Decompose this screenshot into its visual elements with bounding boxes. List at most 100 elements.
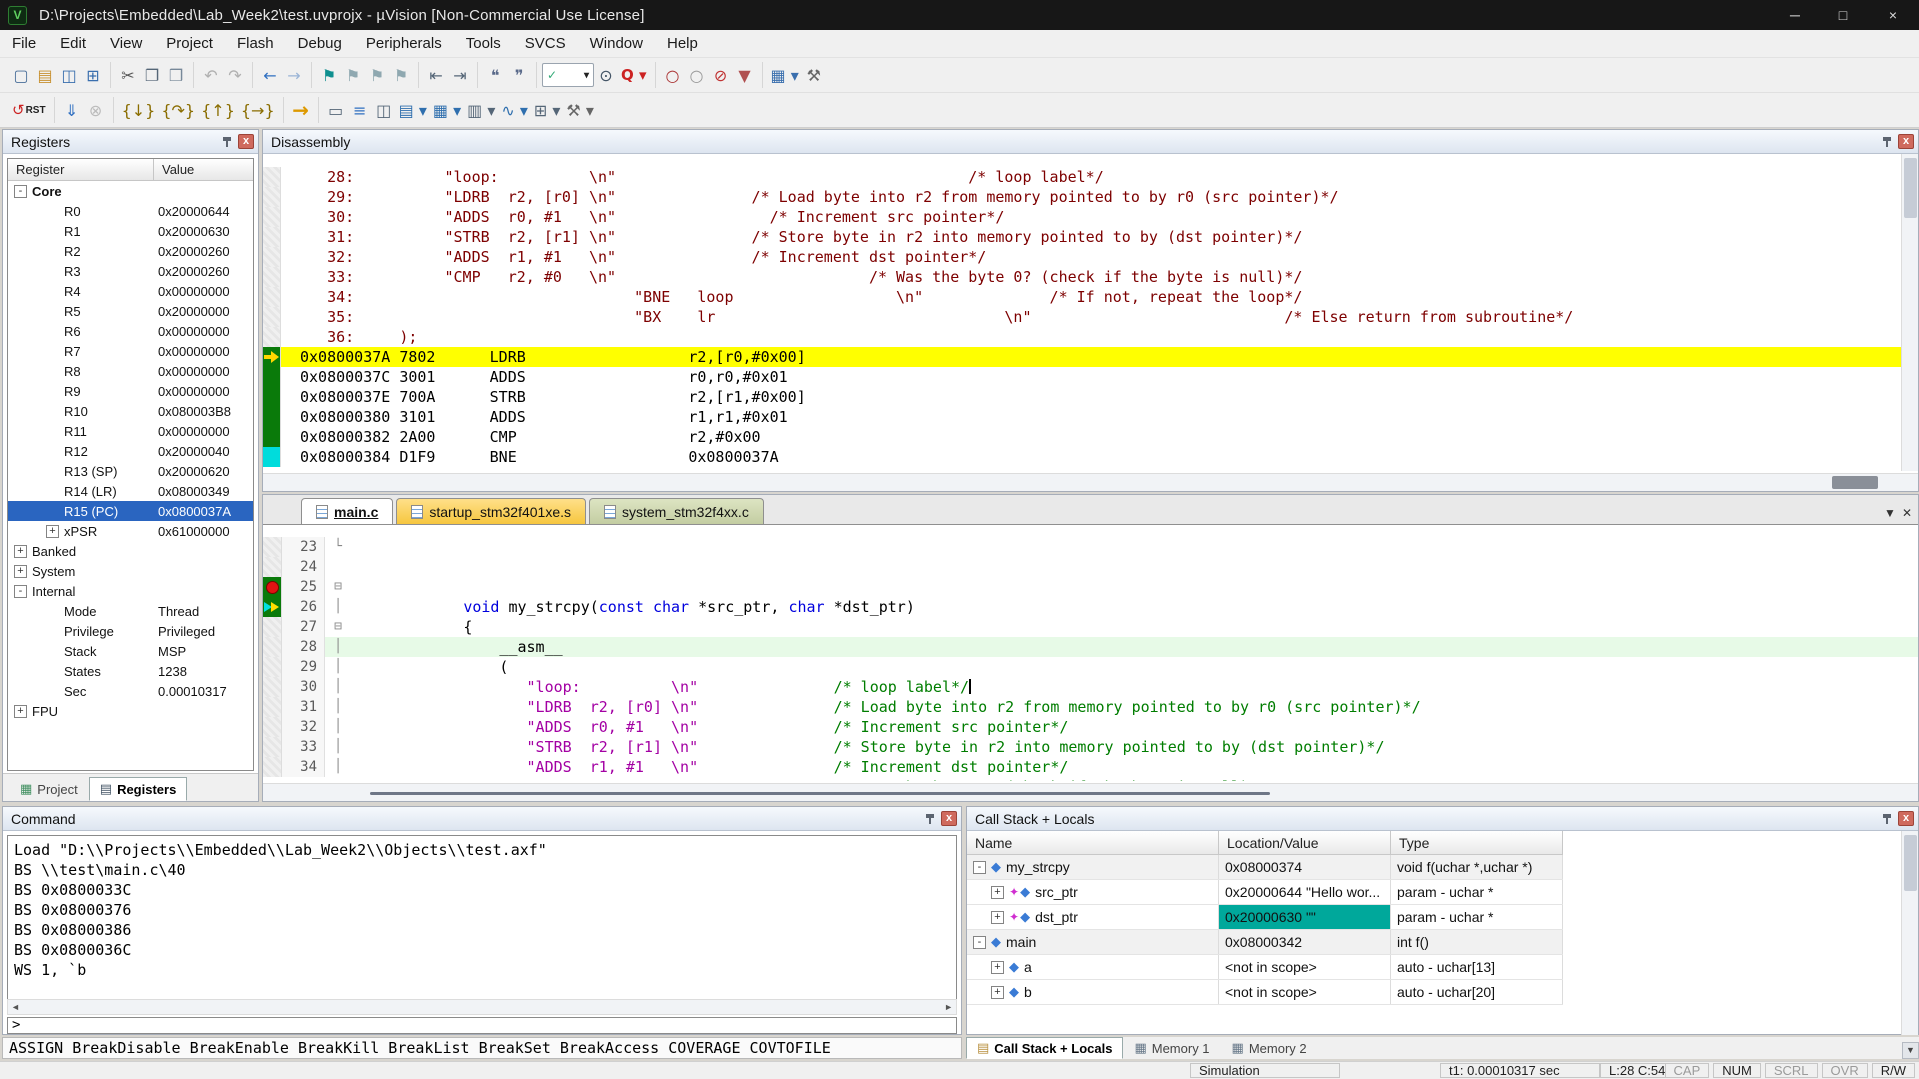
close-button[interactable]: × [1867,0,1919,30]
code-line[interactable]: 24 void my_strcpy(const char *src_ptr, c… [263,557,1918,577]
callstack-row[interactable]: + ✦ ◆ src_ptr 0x20000644 "Hello wor... p… [967,880,1563,905]
minimize-button[interactable]: ─ [1771,0,1819,30]
bookmark-clear-icon[interactable]: ⚑ [389,63,413,87]
code-line[interactable]: 29 │ "LDRB r2, [r0] \n" /* Load byte int… [263,657,1918,677]
disassembly-margin[interactable] [263,327,281,347]
scroll-right-icon[interactable]: ► [944,1002,953,1012]
register-row[interactable]: Sec 0.00010317 [8,681,253,701]
toolbox-icon[interactable]: ⚒ ▾ [563,98,596,122]
tree-expander-icon[interactable]: + [991,986,1004,999]
command-input[interactable]: > [7,1017,957,1034]
bookmark-toggle-icon[interactable]: ⚑ [317,63,341,87]
fold-marker-icon[interactable]: │ [325,697,351,717]
callstack-row[interactable]: + ✦ ◆ dst_ptr 0x20000630 "" param - ucha… [967,905,1563,930]
code-line[interactable]: 25 ⊟ { [263,577,1918,597]
analysis-window-icon[interactable]: ∿ ▾ [498,98,531,122]
disassembly-margin[interactable] [263,367,281,387]
tree-expander-icon[interactable]: + [991,886,1004,899]
vertical-scrollbar[interactable] [1901,154,1918,471]
disassembly-margin[interactable] [263,267,281,287]
disassembly-margin[interactable] [263,447,281,467]
tree-expander-icon[interactable]: + [991,961,1004,974]
register-row[interactable]: R5 0x20000000 [8,301,253,321]
disassembly-line[interactable]: 34: "BNE loop \n" /* If not, repeat the … [263,287,1918,307]
redo-icon[interactable]: ↷ [223,63,247,87]
callstack-row[interactable]: + ◆ a <not in scope> auto - uchar[13] [967,955,1563,980]
scrollbar-thumb[interactable] [1904,835,1917,891]
fold-marker-icon[interactable]: ⊟ [325,577,351,597]
close-file-icon[interactable]: ✕ [1902,506,1912,520]
disassembly-margin[interactable] [263,427,281,447]
menu-item[interactable]: Window [578,31,655,56]
fold-marker-icon[interactable]: │ [325,757,351,777]
tab-list-dropdown-icon[interactable]: ▼ [1884,506,1896,520]
disassembly-margin[interactable] [263,167,281,187]
watch-window-icon[interactable]: ▤ ▾ [396,98,430,122]
bookmark-next-icon[interactable]: ⚑ [365,63,389,87]
disassembly-margin[interactable] [263,307,281,327]
code-line[interactable]: 26 │ __asm__ [263,597,1918,617]
register-row[interactable]: + System [8,561,253,581]
code-line[interactable]: 31 │ "STRB r2, [r1] \n" /* Store byte in… [263,697,1918,717]
disassembly-margin[interactable] [263,187,281,207]
breakpoint-kill-icon[interactable]: ⊘ [709,63,733,87]
editor-margin[interactable] [263,657,282,677]
register-row[interactable]: + FPU [8,701,253,721]
editor-margin[interactable] [263,597,282,617]
close-panel-icon[interactable]: x [941,811,957,826]
navigate-back-icon[interactable]: ← [258,63,282,87]
register-row[interactable]: R13 (SP) 0x20000620 [8,461,253,481]
fold-marker-icon[interactable] [325,557,351,577]
stop-icon[interactable]: ⊗ [84,98,108,122]
menu-item[interactable]: Peripherals [354,31,454,56]
horizontal-scrollbar[interactable] [263,783,1918,801]
column-header-register[interactable]: Register [8,159,154,180]
disassembly-margin[interactable] [263,407,281,427]
disassembly-margin[interactable] [263,347,281,367]
disassembly-line[interactable]: 33: "CMP r2, #0 \n" /* Was the byte 0? (… [263,267,1918,287]
register-row[interactable]: R7 0x00000000 [8,341,253,361]
register-row[interactable]: R12 0x20000040 [8,441,253,461]
tree-expander-icon[interactable]: - [973,936,986,949]
open-file-icon[interactable]: ▤ [33,63,57,87]
menu-item[interactable]: SVCS [513,31,578,56]
incremental-find-icon[interactable]: Q ▾ [618,63,650,87]
register-row[interactable]: States 1238 [8,661,253,681]
serial-window-icon[interactable]: ▥ ▾ [464,98,498,122]
horizontal-scrollbar[interactable]: ◄ ► [7,999,957,1015]
register-row[interactable]: R4 0x00000000 [8,281,253,301]
menu-item[interactable]: View [98,31,154,56]
code-line[interactable]: 23 └ [263,537,1918,557]
column-header-value[interactable]: Value [154,159,253,180]
callstack-row[interactable]: + ◆ b <not in scope> auto - uchar[20] [967,980,1563,1005]
column-header-location[interactable]: Location/Value [1219,831,1391,854]
editor-margin[interactable] [263,537,282,557]
system-viewer-icon[interactable]: ⊞ ▾ [531,98,564,122]
debug-window-tab[interactable]: ▦ Memory 1 [1123,1037,1220,1059]
reset-icon[interactable]: ↺ RST [9,98,49,122]
tree-expander-icon[interactable]: + [14,545,27,558]
disassembly-line[interactable]: 0x0800037E 700A STRB r2,[r1,#0x00] [263,387,1918,407]
tree-expander-icon[interactable]: - [14,585,27,598]
register-row[interactable]: + xPSR 0x61000000 [8,521,253,541]
debug-window-tab[interactable]: ▦ Memory 2 [1221,1037,1318,1059]
menu-item[interactable]: Tools [454,31,513,56]
callstack-row[interactable]: - ◆ my_strcpy 0x08000374 void f(uchar *,… [967,855,1563,880]
fold-marker-icon[interactable]: │ [325,657,351,677]
fold-marker-icon[interactable]: ⊟ [325,617,351,637]
fold-marker-icon[interactable]: │ [325,737,351,757]
register-row[interactable]: R8 0x00000000 [8,361,253,381]
disassembly-line[interactable]: 0x0800037C 3001 ADDS r0,r0,#0x01 [263,367,1918,387]
scrollbar-thumb[interactable] [1832,476,1878,489]
maximize-button[interactable]: □ [1819,0,1867,30]
fold-marker-icon[interactable]: │ [325,677,351,697]
fold-marker-icon[interactable]: └ [325,537,351,557]
editor-tab[interactable]: system_stm32f4xx.c [589,498,764,524]
tree-expander-icon[interactable]: + [14,565,27,578]
editor-margin[interactable] [263,557,282,577]
scrollbar-thumb[interactable] [1904,158,1917,218]
editor-margin[interactable] [263,757,282,777]
command-window-icon[interactable]: ▭ [324,98,348,122]
register-row[interactable]: Stack MSP [8,641,253,661]
unindent-icon[interactable]: ⇤ [424,63,448,87]
